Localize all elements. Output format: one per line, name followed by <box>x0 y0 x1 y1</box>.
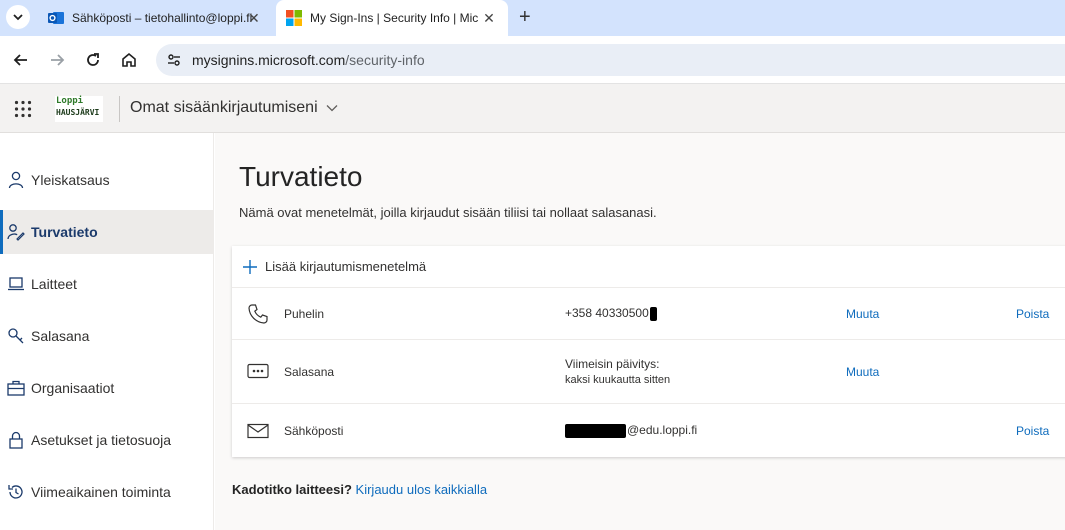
method-row-email: Sähköposti @edu.loppi.fi Poista <box>232 404 1065 457</box>
close-icon[interactable]: ✕ <box>478 10 500 27</box>
address-bar[interactable]: mysignins.microsoft.com/security-info <box>156 44 1065 76</box>
security-methods-card: Lisää kirjautumismenetelmä Puhelin +358 … <box>232 246 1065 457</box>
method-name: Salasana <box>284 365 335 379</box>
site-settings-icon[interactable] <box>166 52 182 68</box>
sidebar-item-overview[interactable]: Yleiskatsaus <box>0 158 214 202</box>
sidebar-item-label: Salasana <box>31 328 90 344</box>
reload-button[interactable] <box>81 48 105 72</box>
tab-search-button[interactable] <box>6 5 30 29</box>
page-description: Nämä ovat menetelmät, joilla kirjaudut s… <box>239 205 657 220</box>
arrow-left-icon <box>13 54 27 66</box>
method-name: Sähköposti <box>284 424 344 438</box>
home-icon <box>122 52 136 67</box>
close-icon[interactable]: ✕ <box>248 0 268 36</box>
sign-out-everywhere-link[interactable]: Kirjaudu ulos kaikkialla <box>356 482 488 497</box>
password-updated-label: Viimeisin päivitys: <box>565 357 660 371</box>
back-button[interactable] <box>9 48 33 72</box>
lost-device-question: Kadotitko laitteesi? <box>232 482 352 497</box>
add-method-label: Lisää kirjautumismenetelmä <box>265 259 427 274</box>
method-row-password: Salasana Viimeisin päivitys: kaksi kuuka… <box>232 340 1065 404</box>
redaction-mark <box>649 306 657 321</box>
app-header: Loppi HAUSJÄRVI Omat sisäänkirjautumisen… <box>0 84 1065 133</box>
browser-tabstrip: Sähköposti – tietohallinto@loppi.fi My S… <box>0 0 1065 36</box>
person-icon <box>7 171 25 189</box>
main-content: Turvatieto Nämä ovat menetelmät, joilla … <box>215 133 1065 530</box>
plus-icon <box>243 259 257 274</box>
method-value: +358 40330500 <box>565 306 657 321</box>
app-title: Omat sisäänkirjautumiseni <box>130 99 318 116</box>
sidebar-item-label: Laitteet <box>31 276 77 292</box>
method-value: Viimeisin päivitys: kaksi kuukautta sitt… <box>565 356 670 388</box>
url-path: /security-info <box>345 52 425 68</box>
laptop-icon <box>7 275 25 293</box>
sidebar-item-security-info[interactable]: Turvatieto <box>0 210 214 254</box>
sidebar-item-password[interactable]: Salasana <box>0 314 214 358</box>
sidebar-item-label: Turvatieto <box>31 224 98 240</box>
organization-logo: Loppi HAUSJÄRVI <box>55 96 103 122</box>
sidebar: Yleiskatsaus Turvatieto Laitteet Salasan… <box>0 133 214 530</box>
sidebar-item-devices[interactable]: Laitteet <box>0 262 214 306</box>
logo-line2: HAUSJÄRVI <box>56 108 100 117</box>
sidebar-item-label: Yleiskatsaus <box>31 172 110 188</box>
method-value: @edu.loppi.fi <box>565 423 697 438</box>
microsoft-icon <box>286 10 302 26</box>
logo-line1: Loppi <box>56 96 84 106</box>
briefcase-icon <box>7 379 25 397</box>
email-domain: @edu.loppi.fi <box>627 423 698 437</box>
app-launcher-icon[interactable] <box>14 100 32 118</box>
change-phone-link[interactable]: Muuta <box>846 307 879 321</box>
key-icon <box>7 327 25 345</box>
method-name: Puhelin <box>284 307 325 321</box>
lost-device-section: Kadotitko laitteesi? Kirjaudu ulos kaikk… <box>232 482 487 497</box>
tab-mysignins[interactable]: My Sign-Ins | Security Info | Microsoft … <box>276 0 508 36</box>
header-divider <box>119 96 120 122</box>
tab-outlook[interactable]: Sähköposti – tietohallinto@loppi.fi <box>38 0 273 36</box>
tab-title: My Sign-Ins | Security Info | Microsoft <box>310 11 478 25</box>
history-icon <box>7 483 25 501</box>
sidebar-item-label: Organisaatiot <box>31 380 115 396</box>
url-host: mysignins.microsoft.com <box>192 52 346 68</box>
arrow-right-icon <box>51 54 65 66</box>
phone-icon <box>248 304 268 324</box>
mail-icon <box>247 423 269 439</box>
phone-number: +358 40330500 <box>565 306 649 320</box>
sidebar-item-settings-privacy[interactable]: Asetukset ja tietosuoja <box>0 418 214 462</box>
method-row-phone: Puhelin +358 40330500 Muuta Poista <box>232 288 1065 340</box>
security-info-icon <box>7 223 25 241</box>
chevron-down-icon <box>326 105 338 112</box>
outlook-icon <box>48 12 64 24</box>
page-title: Turvatieto <box>239 161 363 192</box>
app-switcher[interactable]: Omat sisäänkirjautumiseni <box>130 99 338 117</box>
redaction-mark <box>565 423 626 438</box>
browser-toolbar: mysignins.microsoft.com/security-info <box>0 36 1065 84</box>
chevron-down-icon <box>13 14 23 21</box>
delete-phone-link[interactable]: Poista <box>1016 307 1049 321</box>
new-tab-button[interactable]: + <box>519 6 531 29</box>
sidebar-item-label: Asetukset ja tietosuoja <box>31 432 172 448</box>
change-password-link[interactable]: Muuta <box>846 365 879 379</box>
reload-icon <box>87 53 99 66</box>
password-updated-time: kaksi kuukautta sitten <box>565 374 671 386</box>
url-text: mysignins.microsoft.com/security-info <box>192 52 425 68</box>
lock-icon <box>7 431 25 449</box>
add-method-button[interactable]: Lisää kirjautumismenetelmä <box>232 246 1065 288</box>
sidebar-item-recent-activity[interactable]: Viimeaikainen toiminta <box>0 470 214 514</box>
forward-button[interactable] <box>45 48 69 72</box>
home-button[interactable] <box>117 48 141 72</box>
delete-email-link[interactable]: Poista <box>1016 424 1049 438</box>
password-icon <box>247 363 269 379</box>
tab-title: Sähköposti – tietohallinto@loppi.fi <box>72 11 253 25</box>
sidebar-item-organizations[interactable]: Organisaatiot <box>0 366 214 410</box>
sidebar-item-label: Viimeaikainen toiminta <box>31 484 171 500</box>
